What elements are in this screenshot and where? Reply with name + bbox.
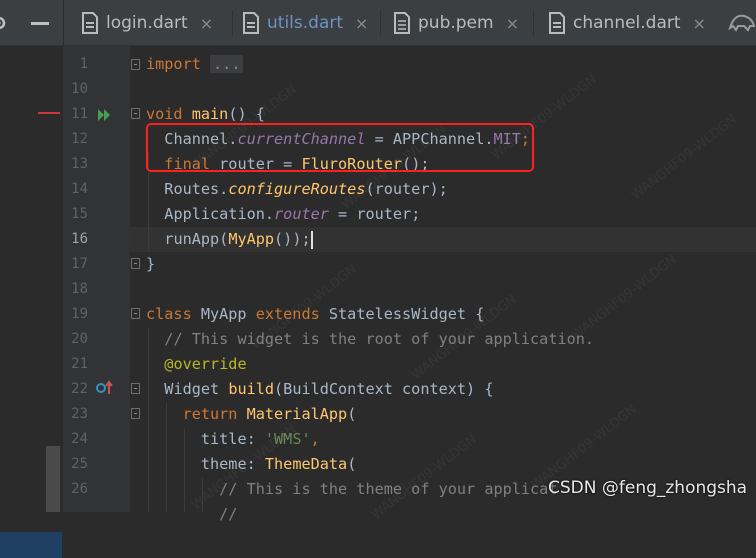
close-icon[interactable]: ×	[355, 14, 368, 33]
tab-label: channel.dart	[573, 13, 681, 33]
close-icon[interactable]: ×	[506, 14, 519, 33]
tab-login-dart[interactable]: login.dart ×	[82, 0, 213, 45]
line-number: 14	[71, 181, 88, 197]
editor-tab-bar: login.dart × utils.dart × pub.pem × chan…	[0, 0, 756, 46]
code-line-1: import ...	[146, 52, 756, 77]
tab-pub-pem[interactable]: pub.pem ×	[394, 0, 519, 45]
project-panel-edge	[0, 46, 63, 558]
override-icon[interactable]	[96, 380, 114, 396]
fold-marker[interactable]	[131, 59, 140, 70]
tab-separator	[380, 10, 381, 36]
line-number: 26	[71, 481, 88, 497]
code-line-25: theme: ThemeData(	[200, 455, 357, 473]
panel-scrollbar[interactable]	[46, 446, 60, 512]
code-line-21: @override	[164, 355, 247, 373]
run-icon[interactable]	[97, 108, 111, 122]
line-number: 20	[71, 331, 88, 347]
panel-selection	[0, 532, 62, 558]
highlight-box	[146, 123, 534, 172]
line-number: 22	[71, 381, 88, 397]
turtle-icon	[728, 14, 756, 32]
text-caret	[310, 230, 313, 249]
code-line-22: Widget build(BuildContext context) {	[164, 380, 494, 398]
line-number: 23	[71, 406, 88, 422]
fold-marker[interactable]	[131, 408, 140, 419]
dart-file-icon	[549, 12, 565, 34]
fold-marker[interactable]	[131, 383, 140, 394]
line-number: 24	[71, 431, 88, 447]
hide-panel-icon[interactable]	[28, 0, 52, 45]
line-number: 12	[71, 131, 88, 147]
close-icon[interactable]: ×	[200, 14, 213, 33]
tab-label: utils.dart	[267, 13, 344, 33]
text-file-icon	[394, 12, 410, 34]
fold-marker[interactable]	[131, 258, 140, 269]
code-line-24: title: 'WMS',	[200, 430, 320, 448]
tab-utils-dart[interactable]: utils.dart ×	[243, 0, 368, 45]
line-number: 19	[71, 306, 88, 322]
tab-label: login.dart	[106, 13, 188, 33]
line-number: 15	[71, 206, 88, 222]
line-number: 21	[71, 356, 88, 372]
dart-file-icon	[82, 12, 98, 34]
fold-marker[interactable]	[131, 308, 140, 319]
code-line-16: runApp(MyApp());	[164, 230, 313, 249]
gear-icon[interactable]	[0, 0, 12, 45]
breakpoint-marker	[38, 112, 60, 114]
tab-separator	[232, 10, 233, 36]
tab-bar-divider	[63, 0, 64, 45]
folded-imports[interactable]: ...	[210, 55, 244, 73]
csdn-watermark: CSDN @feng_zhongsha	[548, 478, 748, 498]
code-line-14: Routes.configureRoutes(router);	[164, 180, 448, 198]
line-number: 13	[71, 156, 88, 172]
line-number: 16	[71, 231, 88, 247]
close-icon[interactable]: ×	[693, 14, 706, 33]
line-number: 17	[71, 256, 88, 272]
tab-separator	[533, 10, 534, 36]
line-number: 10	[71, 81, 88, 97]
fold-marker[interactable]	[131, 108, 140, 119]
tab-channel-dart[interactable]: channel.dart ×	[549, 0, 706, 45]
code-line-27: //	[219, 505, 238, 523]
line-number: 18	[71, 281, 88, 297]
code-line-20: // This widget is the root of your appli…	[164, 330, 595, 348]
code-line-15: Application.router = router;	[164, 205, 421, 223]
line-number: 1	[79, 56, 88, 72]
code-line-17: }	[146, 255, 156, 273]
dart-file-icon	[243, 12, 259, 34]
code-line-23: return MaterialApp(	[182, 405, 357, 423]
line-number: 25	[71, 456, 88, 472]
tab-label: pub.pem	[418, 13, 494, 33]
code-line-19: class MyApp extends StatelessWidget {	[146, 305, 485, 323]
line-number: 11	[71, 106, 88, 122]
